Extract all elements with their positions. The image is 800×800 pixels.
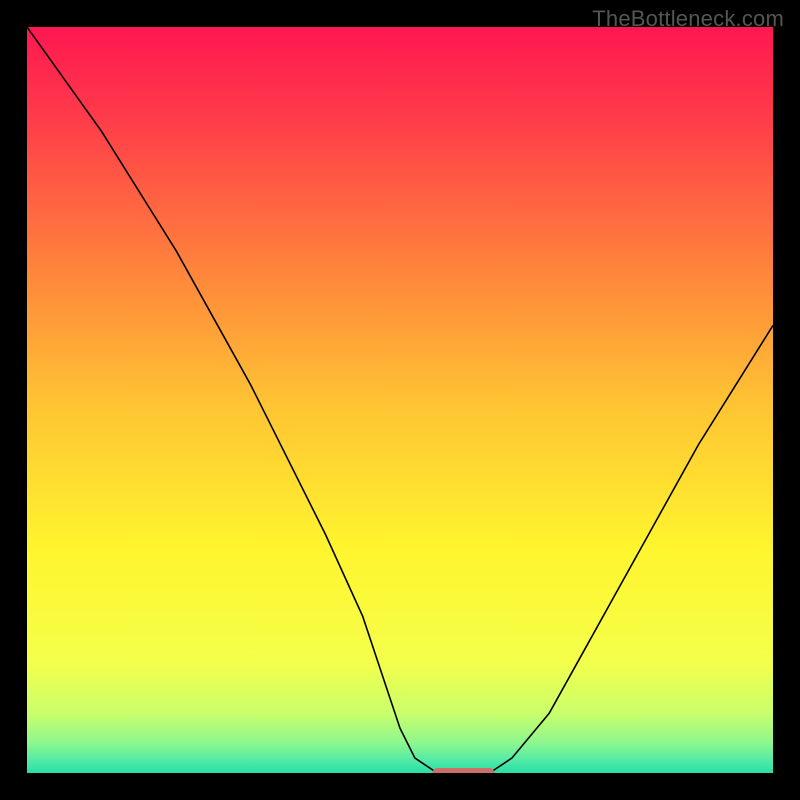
chart-canvas: TheBottleneck.com bbox=[0, 0, 800, 800]
bottleneck-curve bbox=[27, 27, 773, 773]
watermark-text: TheBottleneck.com bbox=[592, 6, 784, 32]
plot-area bbox=[27, 27, 773, 773]
